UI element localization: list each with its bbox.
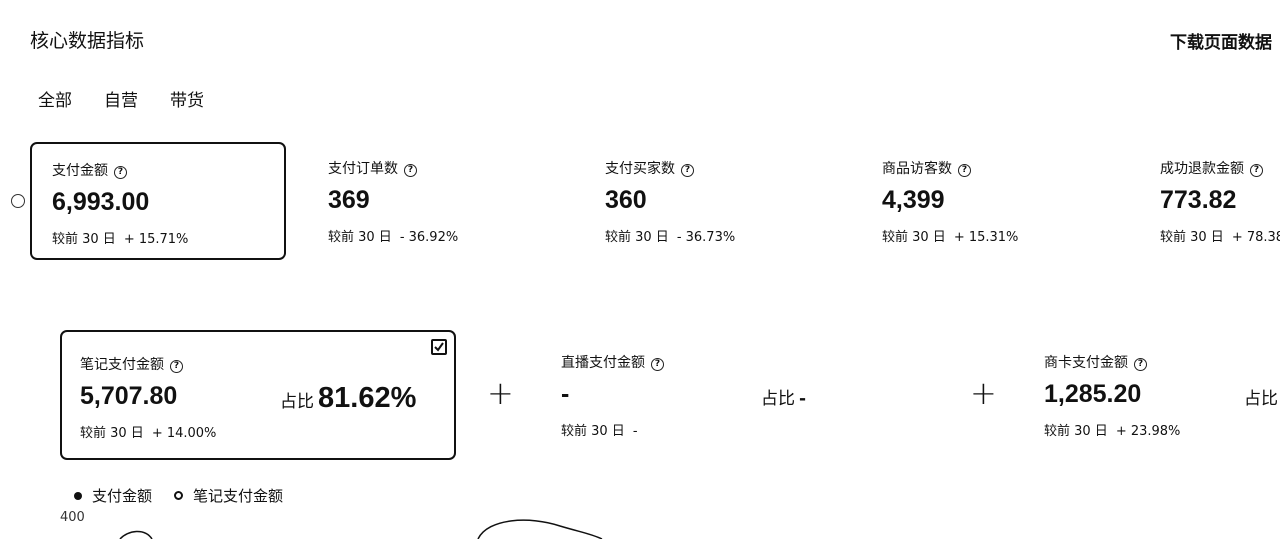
metric-value: 360 [605,186,647,214]
breakdown-value: 5,707.80 [80,382,178,410]
metric-label: 成功退款金额 [1160,161,1244,177]
share-value: 81.62% [318,382,417,414]
metric-card-refund-amount[interactable]: 成功退款金额? 773.82 较前 30 日 + 78.38% [1140,142,1280,260]
solid-dot-icon [74,491,82,500]
compare-label: 较前 30 日 [1044,424,1108,439]
breakdown-label: 笔记支付金额 [80,357,164,373]
metric-value: 4,399 [882,186,945,214]
legend-item-note-payment[interactable]: 笔记支付金额 [174,485,283,506]
metric-label: 商品访客数 [882,161,952,177]
metric-label: 支付买家数 [605,161,675,177]
breakdown-card-note-payment[interactable]: 笔记支付金额? 5,707.80 占比 81.62% 较前 30 日 + 14.00… [60,330,456,460]
share-ratio: 占比 81.62% [280,382,416,415]
plus-operator: + [487,374,514,412]
chart-legend: 支付金额 笔记支付金额 [74,485,283,506]
legend-label: 笔记支付金额 [193,487,284,505]
ring-dot-icon [174,491,184,500]
compare-label: 较前 30 日 [882,230,946,245]
channel-tabs: 全部 自营 带货 [38,86,204,111]
legend-item-payment-amount[interactable]: 支付金额 [74,485,152,506]
help-icon[interactable]: ? [1250,164,1263,177]
legend-label: 支付金额 [92,487,153,505]
carousel-prev-radio[interactable] [11,194,25,208]
compare-label: 较前 30 日 [561,424,625,439]
checked-checkbox-icon[interactable] [431,339,447,355]
series-line-note-payment [477,519,603,539]
series-line-payment-amount [119,530,153,539]
share-label: 占比 [761,389,795,409]
help-icon[interactable]: ? [1134,358,1147,371]
delta-value: + 78.38% [1231,230,1280,245]
tab-self-operated[interactable]: 自营 [104,86,138,111]
plus-operator: + [970,374,997,412]
compare-label: 较前 30 日 [52,232,116,247]
breakdown-value: 1,285.20 [1044,380,1142,408]
delta-value: - 36.73% [676,230,736,245]
share-label: 占比 [280,392,314,412]
help-icon[interactable]: ? [651,358,664,371]
metric-label: 支付金额 [52,163,108,179]
download-page-data-button[interactable]: 下载页面数据 [1170,28,1272,53]
compare-label: 较前 30 日 [605,230,669,245]
help-icon[interactable]: ? [404,164,417,177]
y-axis-tick-label: 400 [60,510,85,525]
metric-card-buyer-count[interactable]: 支付买家数? 360 较前 30 日 - 36.73% [585,142,841,260]
breakdown-value: - [561,380,570,408]
compare-label: 较前 30 日 [80,426,144,441]
tab-affiliate[interactable]: 带货 [170,86,204,111]
help-icon[interactable]: ? [681,164,694,177]
breakdown-label: 直播支付金额 [561,355,645,371]
metric-label: 支付订单数 [328,161,398,177]
share-label: 占比 [1244,389,1278,409]
metric-card-visitor-count[interactable]: 商品访客数? 4,399 较前 30 日 + 15.31% [862,142,1118,260]
delta-value: + 15.71% [123,232,189,247]
help-icon[interactable]: ? [958,164,971,177]
compare-label: 较前 30 日 [328,230,392,245]
help-icon[interactable]: ? [114,166,127,179]
breakdown-label: 商卡支付金额 [1044,355,1128,371]
metric-value: 369 [328,186,370,214]
metric-card-order-count[interactable]: 支付订单数? 369 较前 30 日 - 36.92% [308,142,564,260]
delta-value: - [632,424,638,439]
breakdown-card-live-payment[interactable]: 直播支付金额? - 占比 - 较前 30 日- [543,330,939,460]
metric-card-payment-amount[interactable]: 支付金额? 6,993.00 较前 30 日 + 15.71% [30,142,286,260]
share-ratio: 占比 [1244,384,1278,409]
page-title: 核心数据指标 [30,30,145,52]
delta-value: + 23.98% [1115,424,1181,439]
breakdown-card-product-card-payment[interactable]: 商卡支付金额? 1,285.20 占比 较前 30 日 + 23.98% [1026,330,1280,460]
share-value: - [799,389,807,409]
metric-value: 773.82 [1160,186,1237,214]
delta-value: - 36.92% [399,230,459,245]
compare-label: 较前 30 日 [1160,230,1224,245]
help-icon[interactable]: ? [170,360,183,373]
metric-value: 6,993.00 [52,188,150,216]
tab-all[interactable]: 全部 [38,86,72,111]
share-ratio: 占比 - [761,384,806,409]
delta-value: + 14.00% [151,426,217,441]
delta-value: + 15.31% [953,230,1019,245]
